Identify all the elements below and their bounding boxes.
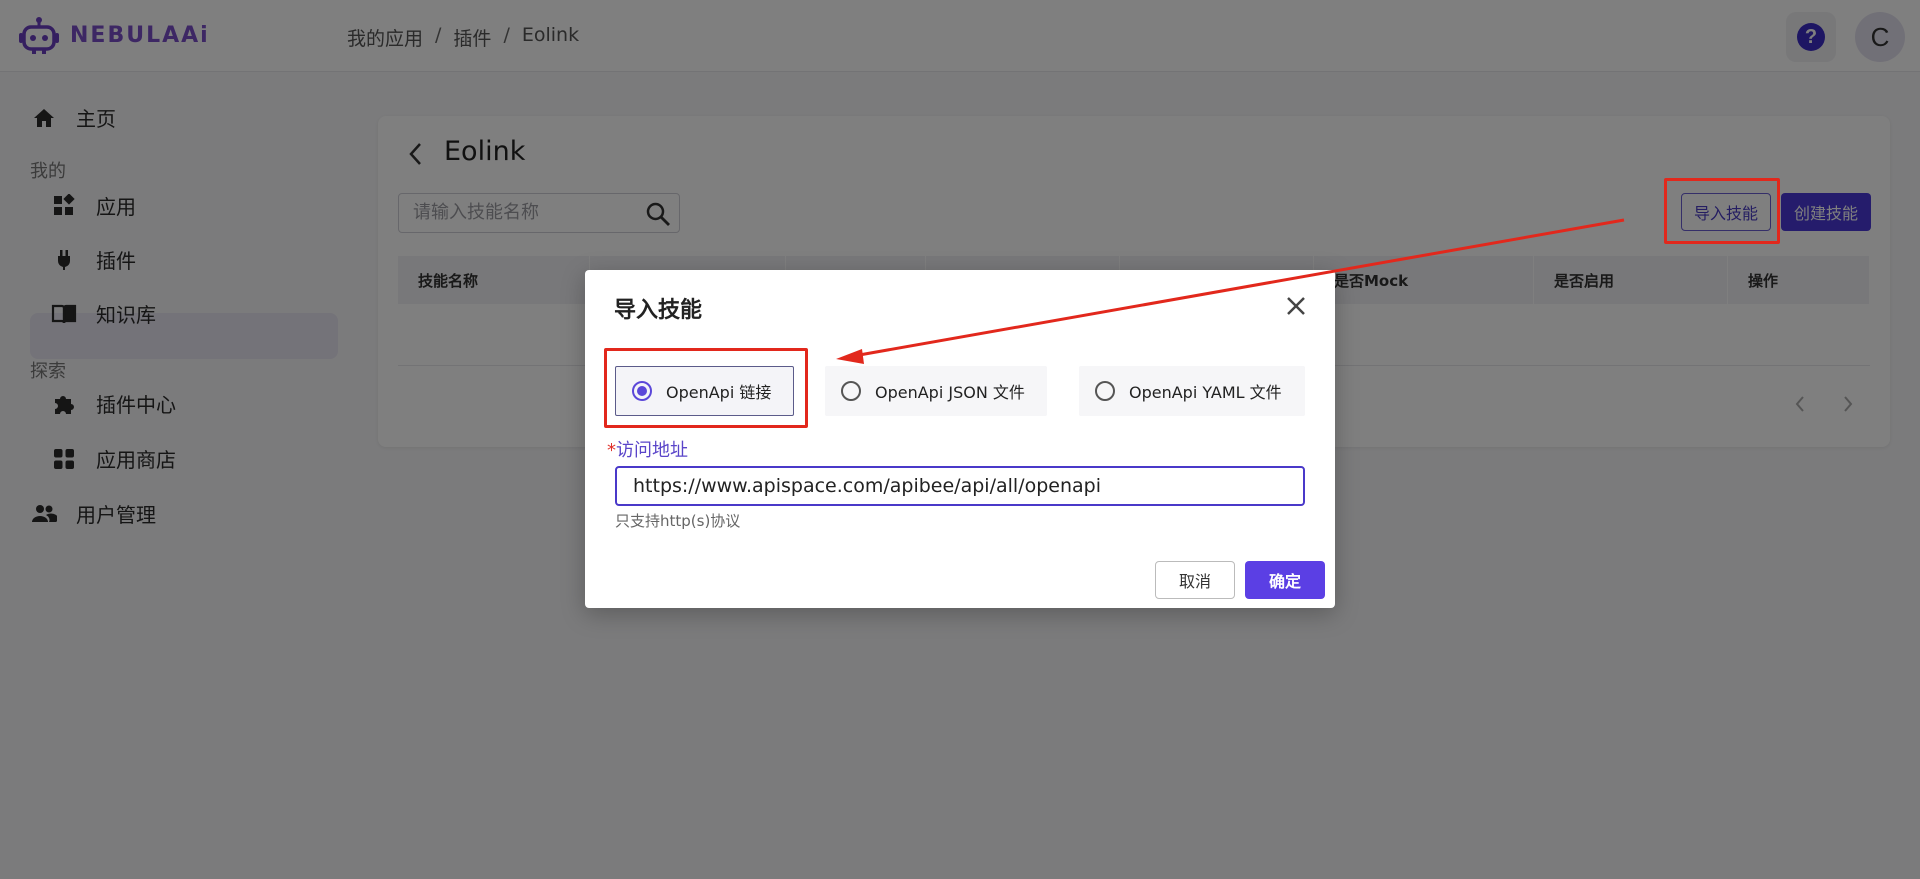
radio-unchecked-icon[interactable] (841, 381, 861, 401)
close-icon[interactable] (1282, 292, 1310, 320)
url-hint: 只支持http(s)协议 (615, 512, 741, 530)
url-field-label: *访问地址 (607, 436, 688, 462)
url-field-label-text: 访问地址 (616, 440, 688, 461)
url-input[interactable] (615, 466, 1305, 506)
confirm-button[interactable]: 确定 (1245, 561, 1325, 599)
annotation-highlight-link-option (604, 348, 808, 428)
cancel-button[interactable]: 取消 (1155, 561, 1235, 599)
radio-unchecked-icon[interactable] (1095, 381, 1115, 401)
option-label: OpenApi JSON 文件 (875, 383, 1025, 402)
annotation-highlight-import-button (1664, 178, 1780, 244)
dialog-title: 导入技能 (614, 298, 703, 323)
option-label: OpenApi YAML 文件 (1129, 383, 1282, 402)
option-openapi-yaml[interactable]: OpenApi YAML 文件 (1079, 366, 1305, 416)
required-mark: * (607, 440, 616, 461)
import-skill-dialog: 导入技能 OpenApi 链接 OpenApi JSON 文件 OpenApi … (585, 270, 1335, 608)
option-openapi-json[interactable]: OpenApi JSON 文件 (825, 366, 1047, 416)
